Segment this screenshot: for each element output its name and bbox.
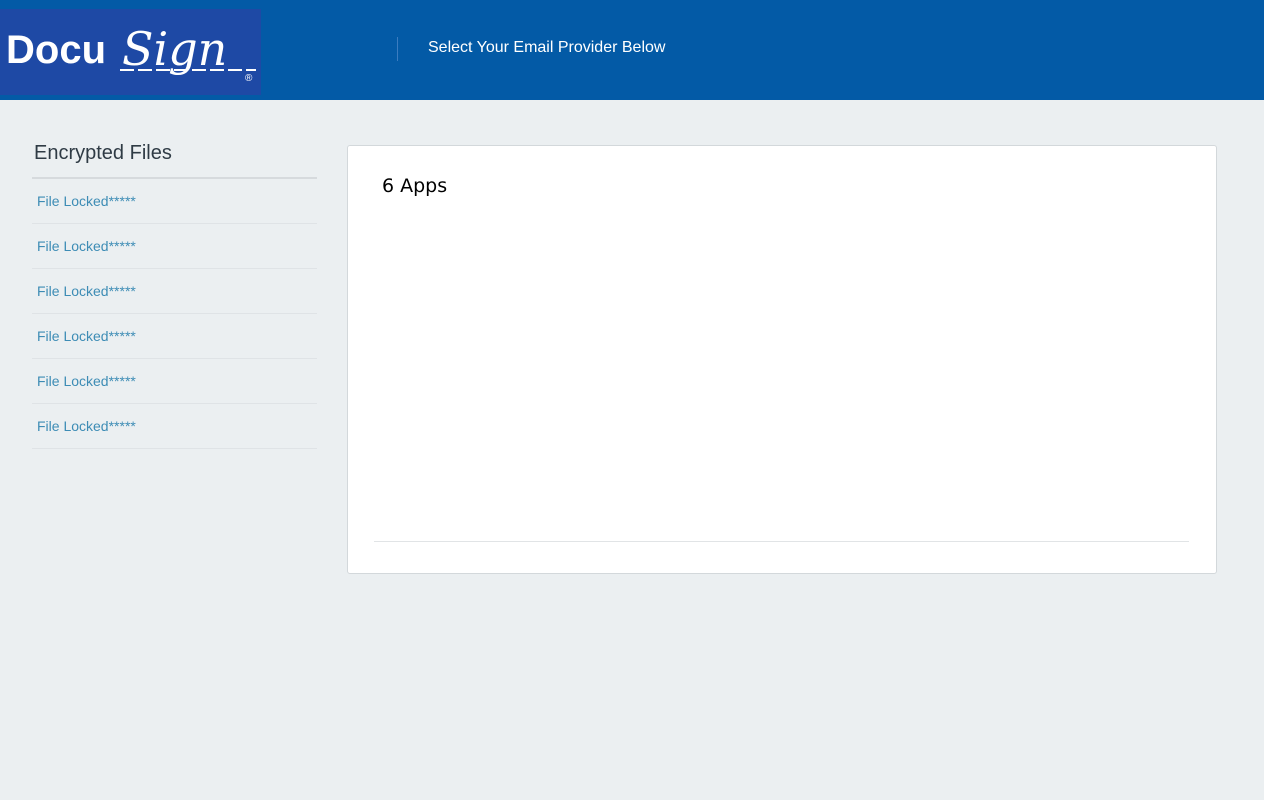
file-locked-link-5[interactable]: File Locked***** xyxy=(32,359,317,404)
apps-panel: 6 Apps xyxy=(347,145,1217,574)
file-locked-link-3[interactable]: File Locked***** xyxy=(32,269,317,314)
top-header-bar: Docu Sign ® Select Your Email Provider B… xyxy=(0,0,1264,100)
file-locked-link-6[interactable]: File Locked***** xyxy=(32,404,317,449)
sidebar-title: Encrypted Files xyxy=(32,140,317,179)
logo-registered-mark: ® xyxy=(245,73,253,84)
logo-text-sign: Sign xyxy=(122,22,227,76)
panel-divider xyxy=(374,541,1189,542)
logo-overflow-fragment xyxy=(184,96,294,100)
encrypted-files-sidebar: Encrypted Files File Locked***** File Lo… xyxy=(32,140,317,449)
header-divider xyxy=(397,37,398,61)
panel-title: 6 Apps xyxy=(382,175,448,197)
header-title: Select Your Email Provider Below xyxy=(428,39,666,56)
file-locked-link-1[interactable]: File Locked***** xyxy=(32,179,317,224)
docusign-logo: Docu Sign ® xyxy=(0,9,261,95)
file-locked-link-2[interactable]: File Locked***** xyxy=(32,224,317,269)
file-locked-link-4[interactable]: File Locked***** xyxy=(32,314,317,359)
logo-text-docu: Docu xyxy=(6,28,106,72)
